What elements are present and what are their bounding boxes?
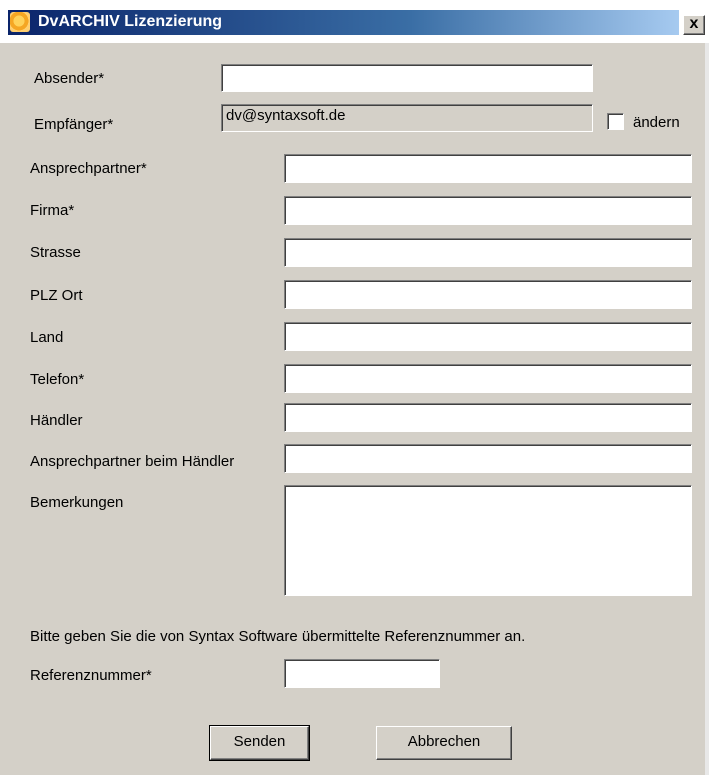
title-bar: DvARCHIV Lizenzierung x [0, 0, 709, 43]
referenznummer-label: Referenznummer* [30, 667, 152, 684]
empfaenger-field: dv@syntaxsoft.de [221, 104, 593, 132]
ansprechpartner-label: Ansprechpartner* [30, 160, 147, 177]
window-title: DvARCHIV Lizenzierung [38, 13, 223, 30]
ansprechpartner-haendler-label: Ansprechpartner beim Händler [30, 453, 235, 470]
haendler-input[interactable] [284, 403, 692, 432]
absender-input[interactable] [221, 64, 593, 92]
haendler-label: Händler [30, 412, 83, 429]
firma-input[interactable] [284, 196, 692, 225]
cancel-button[interactable]: Abbrechen [376, 726, 512, 760]
aendern-checkbox[interactable] [607, 113, 624, 130]
referenznummer-input[interactable] [284, 659, 440, 688]
bemerkungen-textarea[interactable] [284, 485, 692, 596]
window-edge [705, 43, 709, 775]
land-input[interactable] [284, 322, 692, 351]
empfaenger-label: Empfänger* [34, 116, 114, 133]
app-icon [10, 12, 30, 32]
telefon-label: Telefon* [30, 371, 85, 388]
send-button[interactable]: Senden [209, 725, 310, 761]
plz-ort-label: PLZ Ort [30, 287, 83, 304]
strasse-input[interactable] [284, 238, 692, 267]
absender-label: Absender* [34, 70, 105, 87]
ansprechpartner-input[interactable] [284, 154, 692, 183]
bemerkungen-label: Bemerkungen [30, 494, 124, 511]
referenz-hint: Bitte geben Sie die von Syntax Software … [30, 628, 526, 645]
strasse-label: Strasse [30, 244, 81, 261]
plz-ort-input[interactable] [284, 280, 692, 309]
aendern-label: ändern [633, 114, 680, 131]
firma-label: Firma* [30, 202, 75, 219]
land-label: Land [30, 329, 64, 346]
telefon-input[interactable] [284, 364, 692, 393]
close-icon[interactable]: x [683, 15, 705, 35]
license-dialog: DvARCHIV Lizenzierung x Absender* Empfän… [0, 0, 709, 775]
ansprechpartner-haendler-input[interactable] [284, 444, 692, 473]
